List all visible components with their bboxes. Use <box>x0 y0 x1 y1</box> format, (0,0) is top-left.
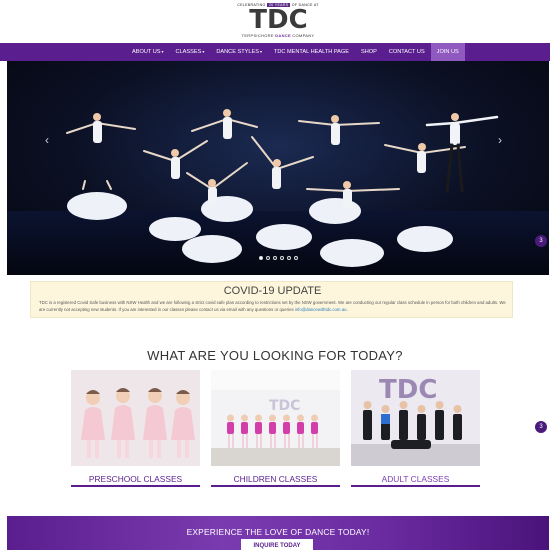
slider-dot[interactable] <box>280 256 284 260</box>
logo-letter-d: D <box>267 5 289 35</box>
logo-letters: T D C <box>233 5 323 35</box>
adult-card-image[interactable]: TDC <box>351 370 480 466</box>
nav-item-dance-styles[interactable]: DANCE STYLES▾ <box>210 43 268 61</box>
nav-item-label: JOIN US <box>436 49 459 55</box>
children-photo: TDC <box>211 370 340 466</box>
logo-letter-c: C <box>288 5 308 35</box>
slider-dot[interactable] <box>266 256 270 260</box>
site-header: CELEBRATING 20 YEARS OF DANCE AT T D C T… <box>0 0 550 43</box>
logo-letter-t: T <box>249 5 267 35</box>
slider-next-icon[interactable]: › <box>498 133 502 147</box>
svg-text:TDC: TDC <box>379 375 437 405</box>
side-badge-top[interactable]: 3 <box>535 235 547 247</box>
main-nav-menu: ABOUT US▾ CLASSES▾ DANCE STYLES▾ TDC MENTAL… <box>126 43 465 61</box>
side-badge-bottom[interactable]: 3 <box>535 421 547 433</box>
chevron-down-icon: ▾ <box>202 49 205 54</box>
adult-classes-link[interactable]: ADULT CLASSES <box>351 474 480 484</box>
slider-prev-icon[interactable]: ‹ <box>45 133 49 147</box>
main-nav: ABOUT US▾ CLASSES▾ DANCE STYLES▾ TDC MENTAL… <box>0 43 550 61</box>
nav-item-join-us[interactable]: JOIN US <box>430 43 465 61</box>
chevron-down-icon: ▾ <box>259 49 262 54</box>
cta-text: EXPERIENCE THE LOVE OF DANCE TODAY! <box>186 527 370 537</box>
nav-item-label: DANCE STYLES <box>216 49 259 55</box>
dancers-photo <box>66 109 499 267</box>
nav-item-label: SHOP <box>360 49 377 55</box>
logo-line-mid: DANCE <box>275 33 291 38</box>
nav-item-label: ABOUT US <box>132 49 161 55</box>
children-underline <box>211 485 340 487</box>
nav-item-contact-us[interactable]: CONTACT US <box>383 43 431 61</box>
children-card-image[interactable]: TDC <box>211 370 340 466</box>
preschool-classes-link[interactable]: PRESCHOOL CLASSES <box>71 474 200 484</box>
inquire-button[interactable]: INQUIRE TODAY <box>241 539 313 553</box>
slider-dot[interactable] <box>294 256 298 260</box>
nav-item-about-us[interactable]: ABOUT US▾ <box>126 43 170 61</box>
logo-line-right: COMPANY <box>290 33 315 38</box>
covid-notice: COVID-19 UPDATE TDC is a registered Covi… <box>30 281 513 318</box>
preschool-underline <box>71 485 200 487</box>
nav-item-label: TDC MENTAL HEALTH PAGE <box>273 49 349 55</box>
preschool-card-image[interactable] <box>71 370 200 466</box>
nav-item-label: CONTACT US <box>388 49 425 55</box>
chevron-down-icon: ▾ <box>161 49 164 54</box>
preschool-photo <box>71 370 200 466</box>
slider-dot[interactable] <box>259 256 263 260</box>
slider-dots <box>259 256 298 260</box>
slider-dot[interactable] <box>273 256 277 260</box>
covid-text-body: TDC is a registered Covid Safe business … <box>39 300 506 312</box>
covid-text: TDC is a registered Covid Safe business … <box>39 299 506 313</box>
logo-company-name: TERPSICHORE DANCE COMPANY <box>233 33 323 38</box>
nav-item-tdc-mental-health-page[interactable]: TDC MENTAL HEALTH PAGE <box>268 43 355 61</box>
adult-underline <box>351 485 480 487</box>
covid-text-end: . <box>346 307 348 312</box>
covid-email-link[interactable]: info@dancewithtdc.com.au <box>295 307 347 312</box>
cta-banner: EXPERIENCE THE LOVE OF DANCE TODAY! INQU… <box>7 516 549 553</box>
tdc-logo[interactable]: CELEBRATING 20 YEARS OF DANCE AT T D C T… <box>233 3 323 41</box>
logo-line-left: TERPSICHORE <box>241 33 276 38</box>
children-classes-link[interactable]: CHILDREN CLASSES <box>211 474 340 484</box>
nav-item-shop[interactable]: SHOP <box>355 43 383 61</box>
nav-item-label: CLASSES <box>175 49 202 55</box>
covid-title: COVID-19 UPDATE <box>223 285 322 297</box>
svg-text:TDC: TDC <box>269 398 300 414</box>
adult-photo: TDC <box>351 370 480 466</box>
slider-dot[interactable] <box>287 256 291 260</box>
section-title: WHAT ARE YOU LOOKING FOR TODAY? <box>147 348 403 363</box>
hero-slider[interactable]: ‹ › <box>7 61 549 275</box>
nav-item-classes[interactable]: CLASSES▾ <box>170 43 211 61</box>
